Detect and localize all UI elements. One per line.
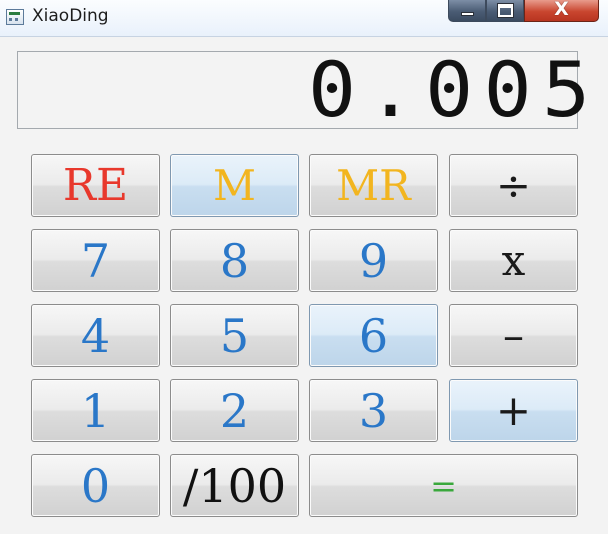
minimize-icon [461, 12, 474, 16]
digit-9-button[interactable]: 9 [309, 229, 438, 292]
plus-button[interactable]: + [449, 379, 578, 442]
maximize-icon [497, 3, 514, 18]
digit-3-button[interactable]: 3 [309, 379, 438, 442]
digit-5-label: 5 [219, 308, 250, 363]
minus-button[interactable]: – [449, 304, 578, 367]
calculator-display: 0.005 [17, 51, 590, 129]
digit-2-button[interactable]: 2 [170, 379, 299, 442]
divide-by-100-label: /100 [182, 458, 287, 513]
divide-by-100-button[interactable]: /100 [170, 454, 299, 517]
plus-label: + [495, 385, 532, 435]
window-title: XiaoDing [32, 6, 109, 26]
digit-7-button[interactable]: 7 [31, 229, 160, 292]
digit-4-button[interactable]: 4 [31, 304, 160, 367]
memory-recall-label: MR [336, 160, 411, 210]
memory-recall-button[interactable]: MR [309, 154, 438, 217]
divide-button[interactable]: ÷ [449, 154, 578, 217]
digit-2-label: 2 [219, 383, 250, 438]
digit-0-label: 0 [80, 458, 111, 513]
digit-6-label: 6 [358, 308, 389, 363]
display-value: 0.005 [308, 45, 601, 134]
memory-store-label: M [212, 160, 256, 210]
digit-6-button[interactable]: 6 [309, 304, 438, 367]
multiply-button[interactable]: x [449, 229, 578, 292]
digit-8-button[interactable]: 8 [170, 229, 299, 292]
window-controls: X [448, 0, 599, 23]
digit-3-label: 3 [358, 383, 389, 438]
calculator-app-icon [6, 9, 24, 25]
equals-button[interactable]: = [309, 454, 578, 517]
reset-button[interactable]: RE [31, 154, 160, 217]
title-bar[interactable]: XiaoDing X [0, 0, 608, 37]
minus-label: – [503, 310, 524, 360]
minimize-button[interactable] [448, 0, 486, 22]
multiply-label: x [501, 235, 526, 285]
memory-store-button[interactable]: M [170, 154, 299, 217]
close-icon: X [554, 0, 569, 20]
digit-5-button[interactable]: 5 [170, 304, 299, 367]
digit-9-label: 9 [358, 233, 389, 288]
digit-8-label: 8 [219, 233, 250, 288]
maximize-button[interactable] [486, 0, 524, 22]
digit-0-button[interactable]: 0 [31, 454, 160, 517]
close-button[interactable]: X [524, 0, 599, 22]
equals-label: = [430, 466, 457, 505]
digit-1-label: 1 [80, 383, 111, 438]
reset-label: RE [62, 159, 129, 211]
digit-7-label: 7 [80, 233, 111, 288]
digit-4-label: 4 [80, 308, 111, 363]
divide-label: ÷ [495, 160, 532, 210]
digit-1-button[interactable]: 1 [31, 379, 160, 442]
